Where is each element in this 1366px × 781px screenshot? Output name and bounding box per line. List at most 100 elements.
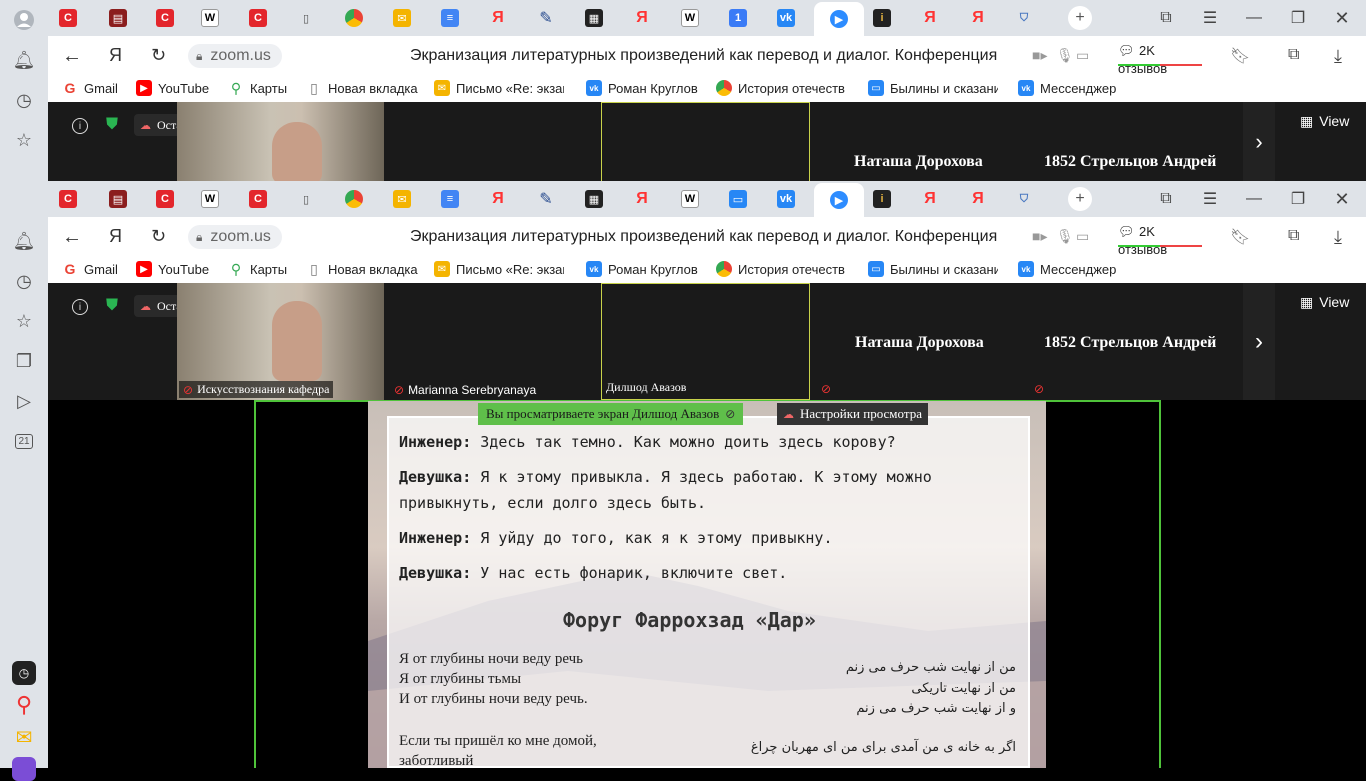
- tab-yandex-2[interactable]: Я: [628, 6, 656, 30]
- tab-cut-1[interactable]: C: [54, 6, 82, 30]
- bookmark-item[interactable]: ▯ Новая вкладка: [306, 80, 417, 96]
- bookmark-item[interactable]: История отечеств: [716, 261, 846, 277]
- menu-button[interactable]: ☰: [1196, 6, 1224, 30]
- share-screen-icon[interactable]: ▭: [1076, 47, 1089, 64]
- tab-shield[interactable]: ⛉: [1010, 6, 1038, 30]
- tab-vk[interactable]: vk: [772, 6, 800, 30]
- bookmark-item[interactable]: ▭ Былины и сказани: [868, 261, 998, 277]
- tab-cut-2[interactable]: C: [151, 6, 179, 30]
- url-pill[interactable]: 🔒︎ zoom.us: [188, 44, 282, 68]
- tab-docs[interactable]: ≡: [436, 187, 464, 211]
- history-icon[interactable]: ◷: [12, 269, 36, 293]
- bookmark-item[interactable]: ▭ Былины и сказани: [868, 80, 998, 96]
- bookmark-item[interactable]: История отечеств: [716, 80, 846, 96]
- next-participants-button[interactable]: ›: [1243, 283, 1275, 400]
- tab-wiki-2[interactable]: W: [676, 187, 704, 211]
- tab-docs[interactable]: ≡: [436, 6, 464, 30]
- bookmark-icon[interactable]: 🔖︎: [1230, 46, 1250, 66]
- reload-icon[interactable]: ↻: [151, 226, 166, 247]
- star-icon[interactable]: ☆: [12, 128, 36, 152]
- bookmark-icon[interactable]: 🔖︎: [1230, 227, 1250, 247]
- tab-page[interactable]: ▯: [292, 6, 320, 30]
- tab-cut-3[interactable]: C: [244, 187, 272, 211]
- reviews-badge[interactable]: 💬︎ 2K отзывов: [1118, 42, 1202, 76]
- tab-wiki[interactable]: W: [196, 6, 224, 30]
- back-arrow-icon[interactable]: ←: [62, 45, 82, 68]
- bookmark-item[interactable]: vk Мессенджер: [1018, 261, 1116, 277]
- tab-book[interactable]: ▤: [104, 187, 132, 211]
- tab-chrome[interactable]: [340, 187, 368, 211]
- bookmark-item[interactable]: vk Мессенджер: [1018, 80, 1116, 96]
- participant-tile[interactable]: Наташа Дорохова ⊘: [815, 283, 1024, 400]
- extensions-icon[interactable]: ⧉: [1288, 46, 1299, 64]
- tab-zoom-active[interactable]: ▶: [814, 2, 864, 36]
- reviews-badge[interactable]: 💬︎ 2K отзывов: [1118, 223, 1202, 257]
- yandex-home-icon[interactable]: Я: [109, 45, 122, 66]
- tab-chrome[interactable]: [340, 6, 368, 30]
- shield-check-icon[interactable]: ⛊: [106, 297, 118, 315]
- info-icon[interactable]: i: [72, 299, 88, 315]
- tab-wiki[interactable]: W: [196, 187, 224, 211]
- camera-icon[interactable]: ■▸: [1032, 228, 1047, 245]
- tab-yandex-3[interactable]: Я: [916, 6, 944, 30]
- tab-cut-2[interactable]: C: [151, 187, 179, 211]
- restore-button[interactable]: ❐: [1284, 6, 1312, 30]
- minimize-button[interactable]: —: [1240, 187, 1268, 211]
- tab-cut-1[interactable]: C: [54, 187, 82, 211]
- tab-wiki-2[interactable]: W: [676, 6, 704, 30]
- view-settings-button[interactable]: ☁ Настройки просмотра: [777, 403, 928, 425]
- tab-film[interactable]: ▦: [580, 187, 608, 211]
- clock-app-icon[interactable]: ◷: [12, 661, 36, 685]
- tab-yandex-4[interactable]: Я: [964, 6, 992, 30]
- tab-yandex-1[interactable]: Я: [484, 6, 512, 30]
- extensions-icon[interactable]: ⧉: [1288, 227, 1299, 245]
- tabs-overview-button[interactable]: ⧉: [1152, 187, 1180, 211]
- participant-tile[interactable]: 1852 Стрельцов Андрей ⊘: [1028, 283, 1238, 400]
- new-tab-button[interactable]: +: [1068, 6, 1092, 30]
- view-button[interactable]: ▦ View: [1300, 294, 1349, 311]
- reload-icon[interactable]: ↻: [151, 45, 166, 66]
- tab-film[interactable]: ▦: [580, 6, 608, 30]
- url-pill[interactable]: 🔒︎ zoom.us: [188, 225, 282, 249]
- collections-icon[interactable]: ❐: [12, 349, 36, 373]
- view-button[interactable]: ▦ View: [1300, 113, 1349, 130]
- star-icon[interactable]: ☆: [12, 309, 36, 333]
- tab-zoom-active[interactable]: ▶: [814, 183, 864, 217]
- bookmark-item[interactable]: vk Роман Круглов: [586, 80, 698, 96]
- bell-icon[interactable]: 🔔︎: [12, 229, 36, 253]
- tab-messages[interactable]: ▭: [724, 187, 752, 211]
- tab-dark[interactable]: i: [868, 187, 896, 211]
- menu-button[interactable]: ☰: [1196, 187, 1224, 211]
- participant-tile-active-speaker[interactable]: Дилшод Авазов: [601, 283, 810, 400]
- profile-avatar-icon[interactable]: [12, 8, 36, 32]
- tab-cut-3[interactable]: C: [244, 6, 272, 30]
- bookmark-item[interactable]: ▯ Новая вкладка: [306, 261, 417, 277]
- close-window-button[interactable]: ✕: [1328, 6, 1356, 30]
- tab-book[interactable]: ▤: [104, 6, 132, 30]
- bookmark-item[interactable]: G Gmail: [62, 80, 118, 96]
- minimize-button[interactable]: —: [1240, 6, 1268, 30]
- back-arrow-icon[interactable]: ←: [62, 226, 82, 249]
- participant-tile[interactable]: ⊘ Marianna Serebryanaya: [388, 283, 597, 400]
- bookmark-item[interactable]: ✉ Письмо «Re: экзам: [434, 261, 564, 277]
- close-window-button[interactable]: ✕: [1328, 187, 1356, 211]
- tab-yandex-4[interactable]: Я: [964, 187, 992, 211]
- tab-page[interactable]: ▯: [292, 187, 320, 211]
- bookmark-item[interactable]: ✉ Письмо «Re: экзам: [434, 80, 564, 96]
- mic-icon[interactable]: 🎙︎: [1056, 47, 1074, 64]
- yandex-home-icon[interactable]: Я: [109, 226, 122, 247]
- info-icon[interactable]: i: [72, 118, 88, 134]
- bookmark-item[interactable]: ▶ YouTube: [136, 80, 209, 96]
- tab-mail[interactable]: ✉: [388, 6, 416, 30]
- tab-numbered[interactable]: 1: [724, 6, 752, 30]
- tab-pen[interactable]: ✎: [532, 187, 560, 211]
- download-icon[interactable]: ⤓: [1334, 227, 1342, 248]
- calendar-icon[interactable]: 21: [12, 429, 36, 453]
- tab-pen[interactable]: ✎: [532, 6, 560, 30]
- play-icon[interactable]: ▷: [12, 389, 36, 413]
- tab-dark[interactable]: i: [868, 6, 896, 30]
- new-tab-button[interactable]: +: [1068, 187, 1092, 211]
- restore-button[interactable]: ❐: [1284, 187, 1312, 211]
- bookmark-item[interactable]: G Gmail: [62, 261, 118, 277]
- camera-icon[interactable]: ■▸: [1032, 47, 1047, 64]
